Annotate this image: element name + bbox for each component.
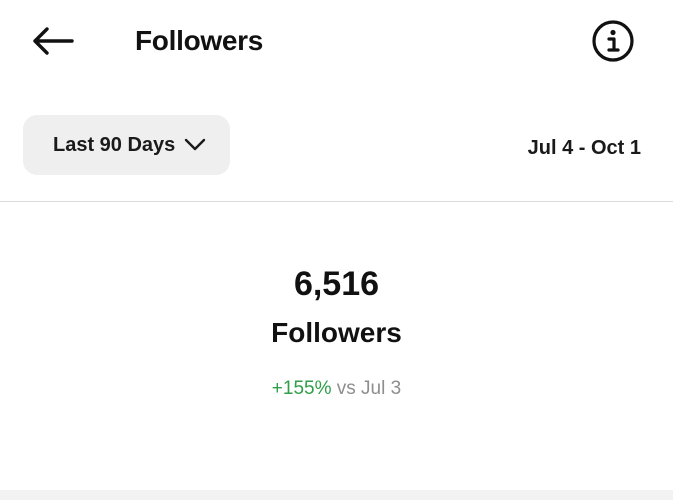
date-range-text: Jul 4 - Oct 1 (527, 137, 641, 159)
date-range-dropdown[interactable]: Last 90 Days (23, 115, 230, 175)
section-separator (0, 490, 673, 500)
change-percent: +155% (271, 378, 332, 399)
followers-summary: 6,516 Followers +155% vs Jul 3 (0, 202, 673, 490)
info-icon (592, 20, 634, 62)
chevron-down-icon (184, 138, 206, 152)
page-title: Followers (135, 25, 263, 56)
arrow-left-icon (33, 27, 74, 55)
change-comparison: vs Jul 3 (331, 378, 402, 399)
header-bar: Followers (0, 0, 673, 82)
followers-label: Followers (271, 317, 402, 348)
followers-change: +155% vs Jul 3 (0, 377, 673, 401)
followers-count: 6,516 (293, 265, 380, 303)
back-button[interactable] (28, 22, 76, 60)
info-button[interactable] (590, 18, 636, 64)
date-range-dropdown-label: Last 90 Days (53, 133, 176, 156)
